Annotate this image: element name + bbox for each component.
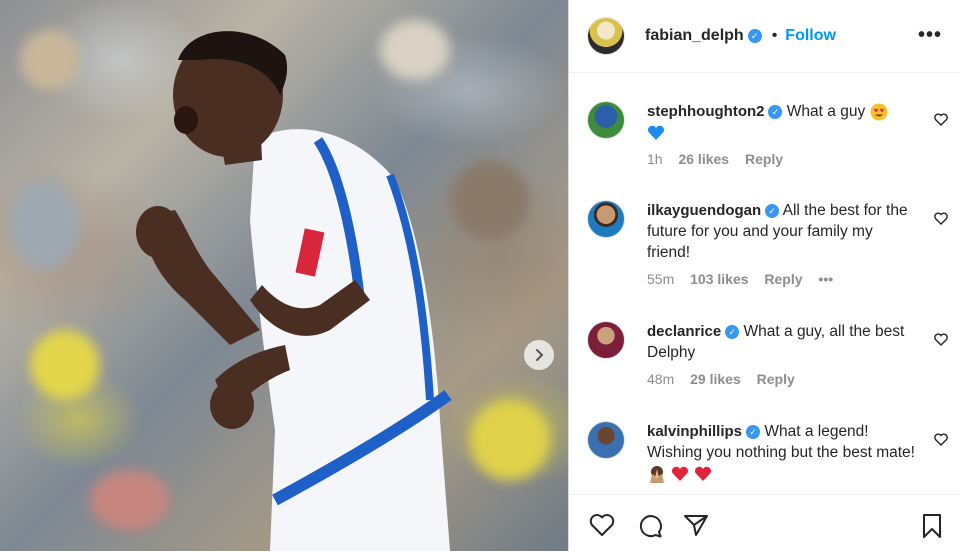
author-username[interactable]: fabian_delph xyxy=(645,27,744,45)
comment-avatar[interactable] xyxy=(587,421,625,459)
red-heart-emoji xyxy=(672,466,689,481)
like-comment-heart-icon[interactable] xyxy=(934,433,948,446)
reply-button[interactable]: Reply xyxy=(745,151,783,167)
comment-likes[interactable]: 103 likes xyxy=(690,271,748,287)
follow-button[interactable]: Follow xyxy=(785,27,836,45)
bookmark-icon[interactable] xyxy=(921,513,943,539)
verified-badge-icon: ✓ xyxy=(765,203,780,218)
header-separator: • xyxy=(771,27,778,44)
comment-avatar[interactable] xyxy=(587,101,625,139)
chevron-right-icon xyxy=(536,349,544,361)
comment-likes[interactable]: 29 likes xyxy=(690,371,741,387)
heart-eyes-emoji xyxy=(870,103,888,121)
comment-time: 1h xyxy=(647,151,663,167)
player-figure xyxy=(136,31,452,551)
comment-time: 48m xyxy=(647,371,675,387)
reply-button[interactable]: Reply xyxy=(757,371,795,387)
heart-icon[interactable] xyxy=(589,513,615,537)
verified-badge-icon: ✓ xyxy=(725,324,740,339)
like-comment-heart-icon[interactable] xyxy=(934,333,948,346)
like-comment-heart-icon[interactable] xyxy=(934,113,948,126)
red-heart-emoji xyxy=(694,466,711,481)
reply-button[interactable]: Reply xyxy=(764,271,802,287)
paper-plane-icon[interactable] xyxy=(683,513,709,537)
post-image[interactable] xyxy=(0,0,568,551)
blue-heart-emoji xyxy=(648,125,664,140)
next-image-button[interactable] xyxy=(524,340,554,370)
author-avatar[interactable] xyxy=(587,17,625,55)
comment-username[interactable]: kalvinphillips xyxy=(647,423,742,440)
praying-hands-emoji xyxy=(650,465,664,483)
comment-username[interactable]: declanrice xyxy=(647,323,721,340)
comment-more-button[interactable]: ••• xyxy=(818,271,833,287)
comment-meta: 48m 29 likes Reply xyxy=(647,369,917,390)
post-side-panel: fabian_delph ✓ • Follow ••• stephhoughto… xyxy=(569,0,960,551)
comment-username[interactable]: ilkayguendogan xyxy=(647,202,761,219)
comment-icon[interactable] xyxy=(637,513,663,539)
more-options-button[interactable]: ••• xyxy=(918,24,942,47)
comment-avatar[interactable] xyxy=(587,321,625,359)
comments-list: stephhoughton2 ✓ What a guy 1h 26 likes R… xyxy=(569,73,960,493)
comment-username[interactable]: stephhoughton2 xyxy=(647,103,764,120)
post-header: fabian_delph ✓ • Follow ••• xyxy=(569,0,960,73)
comment-meta: 1h 26 likes Reply xyxy=(647,149,917,170)
verified-badge-icon: ✓ xyxy=(746,424,761,439)
comment-meta: 55m 103 likes Reply ••• xyxy=(647,269,917,290)
comment-avatar[interactable] xyxy=(587,200,625,238)
comment-text: What a guy xyxy=(786,103,866,120)
comment-likes[interactable]: 26 likes xyxy=(678,151,729,167)
post-actions-bar xyxy=(569,494,960,552)
like-comment-heart-icon[interactable] xyxy=(934,212,948,225)
comment-time: 55m xyxy=(647,271,675,287)
verified-badge-icon: ✓ xyxy=(747,29,762,43)
verified-badge-icon: ✓ xyxy=(768,104,783,119)
